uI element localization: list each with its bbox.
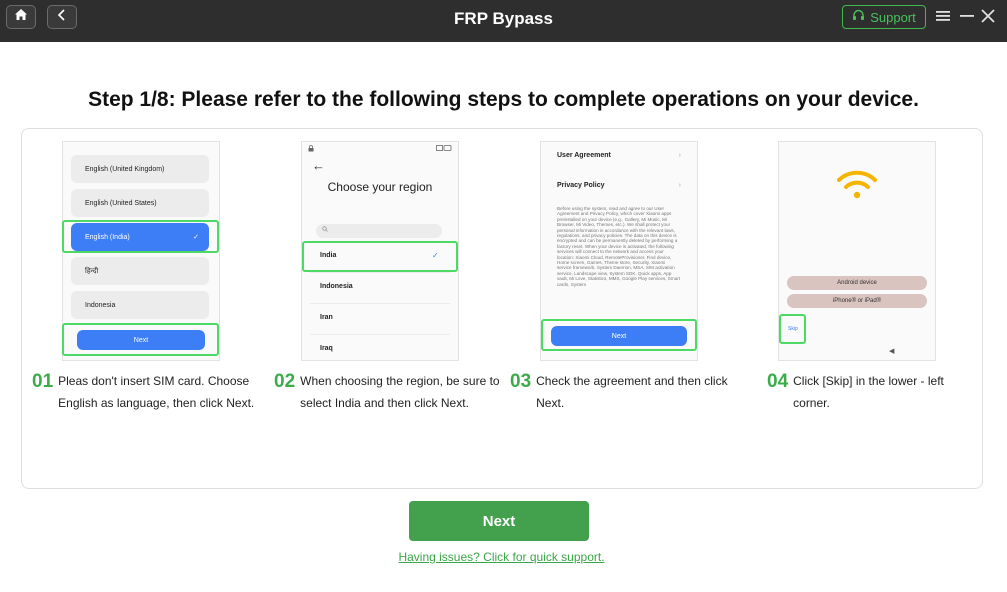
step-title: Step 1/8: Please refer to the following … xyxy=(88,88,919,111)
language-option: English (United States) xyxy=(71,189,209,217)
region-search xyxy=(316,224,442,238)
highlight-box xyxy=(541,319,697,351)
next-button[interactable]: Next xyxy=(409,501,589,541)
quick-support-link[interactable]: Having issues? Click for quick support. xyxy=(0,550,1003,564)
menu-icon[interactable] xyxy=(934,7,952,25)
lock-icon xyxy=(308,145,314,154)
title-bar: FRP Bypass Support xyxy=(0,0,1007,42)
step-description: Click [Skip] in the lower - left corner. xyxy=(793,374,944,410)
quick-support-label[interactable]: Having issues? Click for quick support. xyxy=(398,550,604,564)
step-number: 01 xyxy=(32,371,54,392)
step-description: When choosing the region, be sure to sel… xyxy=(300,374,500,410)
support-button[interactable]: Support xyxy=(842,5,926,29)
step-number: 02 xyxy=(274,371,296,392)
chevron-right-icon: › xyxy=(678,152,681,159)
user-agreement-label: User Agreement xyxy=(557,152,611,159)
agreement-body: Before using the system, read and agree … xyxy=(557,206,681,287)
divider xyxy=(310,303,450,304)
close-icon[interactable] xyxy=(979,7,997,25)
status-bar xyxy=(308,145,452,154)
language-option: English (United Kingdom) xyxy=(71,155,209,183)
step-1: 01 Pleas don't insert SIM card. Choose E… xyxy=(32,370,262,414)
android-device-option: Android device xyxy=(787,276,927,290)
step-number: 04 xyxy=(767,371,789,392)
highlight-box xyxy=(62,323,219,356)
headset-icon xyxy=(852,9,865,25)
battery-icon xyxy=(436,145,452,154)
highlight-box xyxy=(302,241,458,272)
arrow-left-icon: ← xyxy=(312,158,325,173)
highlight-box xyxy=(62,220,219,253)
highlight-box xyxy=(779,314,806,344)
divider xyxy=(310,272,450,273)
step-3: 03 Check the agreement and then click Ne… xyxy=(510,370,740,414)
step-description: Check the agreement and then click Next. xyxy=(536,374,728,410)
language-option: Indonesia xyxy=(71,291,209,319)
region-option: Indonesia xyxy=(320,283,353,290)
region-title: Choose your region xyxy=(327,180,433,194)
step-number: 03 xyxy=(510,371,532,392)
step-2: 02 When choosing the region, be sure to … xyxy=(274,370,504,414)
step-4: 04 Click [Skip] in the lower - left corn… xyxy=(767,370,967,414)
divider xyxy=(310,334,450,335)
step-description: Pleas don't insert SIM card. Choose Engl… xyxy=(58,374,255,410)
privacy-policy-label: Privacy Policy xyxy=(557,182,605,189)
support-label: Support xyxy=(870,9,916,25)
privacy-policy-row: Privacy Policy › xyxy=(557,182,681,189)
region-option: Iraq xyxy=(320,345,333,352)
back-triangle-icon: ◀ xyxy=(889,348,895,355)
region-option: Iran xyxy=(320,314,333,321)
iphone-option: iPhone® or iPad® xyxy=(787,294,927,308)
search-icon xyxy=(322,226,328,234)
minimize-icon[interactable] xyxy=(958,7,976,25)
wifi-icon xyxy=(837,169,877,204)
user-agreement-row: User Agreement › xyxy=(557,152,681,159)
chevron-right-icon: › xyxy=(678,182,681,189)
language-option: हिन्दी xyxy=(71,257,209,285)
